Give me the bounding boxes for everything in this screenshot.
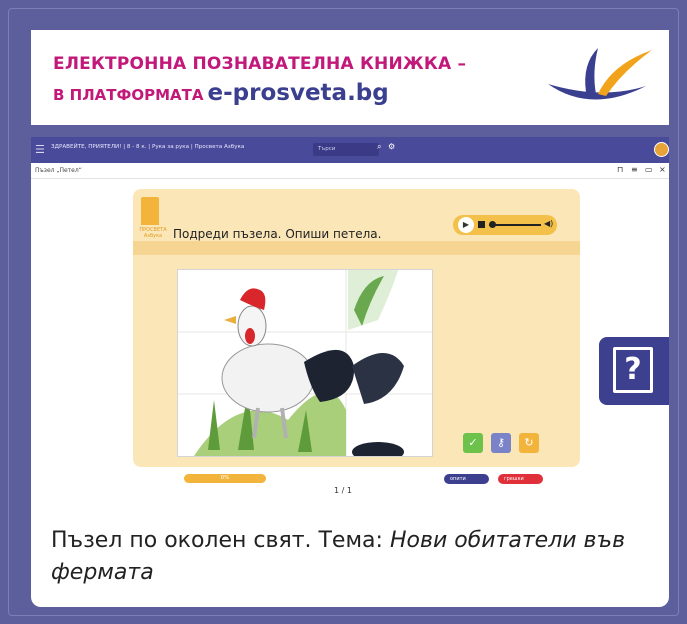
close-icon[interactable]: × (659, 165, 666, 174)
bookmark-icon[interactable]: ⊓ (617, 165, 623, 174)
screenshot-card: ☰ ЗДРАВЕЙТЕ, ПРИЯТЕЛИ! | 8 - 8 к. | Рука… (31, 137, 669, 607)
search-icon[interactable]: ⌕ (377, 142, 381, 152)
list-icon[interactable]: ≡ (631, 165, 638, 174)
hint-key-button[interactable]: ⚷ (491, 433, 511, 453)
play-icon[interactable]: ▶ (458, 217, 474, 233)
prosveta-logo-icon (548, 48, 652, 100)
attempts-label: опити (450, 476, 466, 482)
errors-label: грешки (504, 476, 524, 482)
rooster-puzzle-image (178, 270, 432, 462)
attempts-toggle[interactable]: опити (444, 474, 489, 484)
exercise-stage: ПРОСВЕТА Азбука Подреди пъзела. Опиши пе… (133, 189, 580, 467)
audio-player: ▶ ◀) (453, 215, 557, 235)
audio-position-handle[interactable] (489, 221, 496, 228)
reset-button[interactable]: ↻ (519, 433, 539, 453)
breadcrumb[interactable]: ЗДРАВЕЙТЕ, ПРИЯТЕЛИ! | 8 - 8 к. | Рука з… (51, 144, 244, 150)
volume-icon[interactable]: ◀) (544, 219, 553, 228)
header-banner: ЕЛЕКТРОННА ПОЗНАВАТЕЛНА КНИЖКА – В ПЛАТФ… (31, 30, 669, 125)
puzzle-board[interactable] (177, 269, 433, 462)
window-icon[interactable]: ▭ (645, 165, 653, 174)
page-title: Пъзел „Петел“ (35, 167, 82, 174)
progress-bar: 0% (184, 474, 266, 483)
help-badge[interactable]: ? (599, 337, 669, 405)
caption-text: Пъзел по околен свят. Тема: Нови обитате… (51, 525, 651, 589)
stop-icon[interactable] (478, 221, 485, 228)
question-icon: ? (613, 347, 653, 393)
exercise-instruction: Подреди пъзела. Опиши петела. (173, 227, 382, 241)
avatar[interactable] (654, 142, 669, 157)
page-counter: 1 / 1 (334, 486, 352, 495)
banner-site-link[interactable]: e-prosveta.bg (208, 80, 389, 106)
banner-title-line2: В ПЛАТФОРМАТА e-prosveta.bg (53, 80, 389, 106)
banner-title-line1: ЕЛЕКТРОННА ПОЗНАВАТЕЛНА КНИЖКА – (53, 54, 467, 74)
check-button[interactable]: ✓ (463, 433, 483, 453)
settings-icon[interactable]: ⚙ (388, 142, 395, 151)
app-top-bar: ☰ ЗДРАВЕЙТЕ, ПРИЯТЕЛИ! | 8 - 8 к. | Рука… (31, 137, 669, 163)
banner-prefix: В ПЛАТФОРМАТА (53, 86, 204, 104)
book-bookmark-icon (141, 197, 159, 225)
errors-toggle[interactable]: грешки (498, 474, 543, 484)
caption-normal: Пъзел по околен свят. Тема: (51, 528, 383, 553)
audio-track[interactable] (489, 224, 541, 226)
search-input[interactable]: Търси (313, 143, 379, 156)
decorative-wave (133, 241, 580, 255)
page-toolbar: Пъзел „Петел“ ⊓ ≡ ▭ × (31, 163, 669, 179)
hamburger-menu-icon[interactable]: ☰ (35, 143, 45, 156)
book-label: ПРОСВЕТА Азбука (139, 227, 167, 239)
